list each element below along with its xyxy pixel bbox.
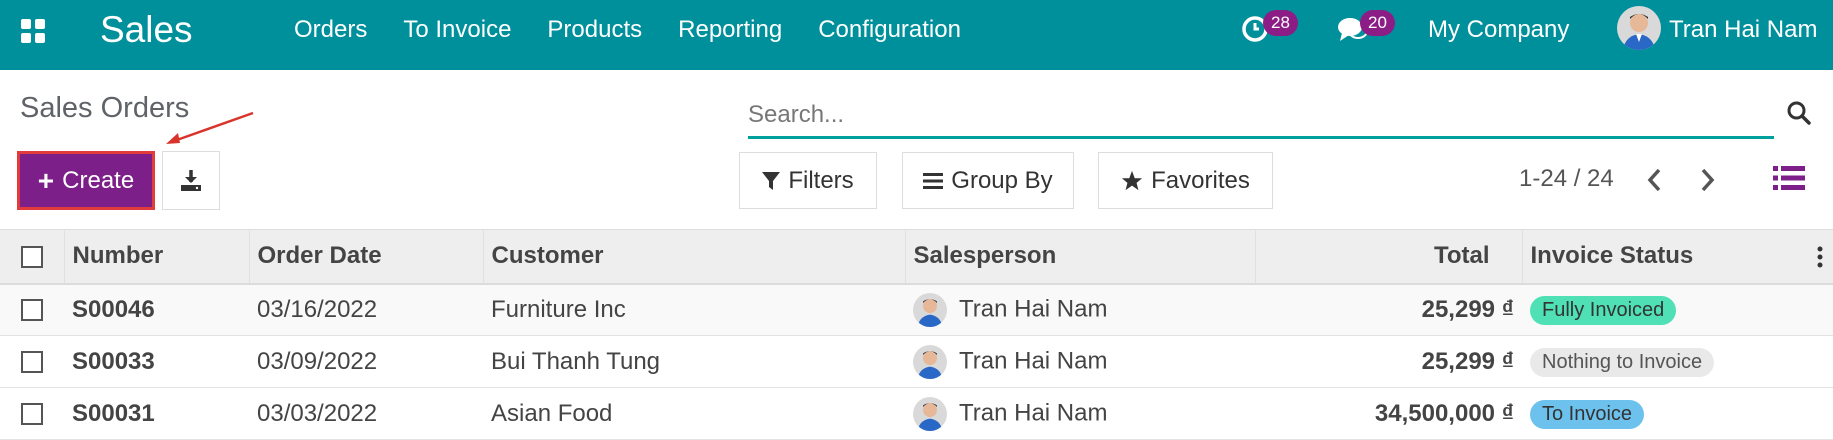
salesperson-avatar: [913, 396, 947, 431]
create-button[interactable]: + Create: [17, 151, 155, 210]
menu-reporting[interactable]: Reporting: [660, 16, 800, 44]
table-row[interactable]: S00046 03/16/2022 Furniture Inc Tran Hai…: [0, 283, 1833, 336]
invoice-status-cell: Fully Invoiced: [1522, 284, 1833, 336]
row-select-cell: [0, 336, 64, 388]
user-avatar[interactable]: [1617, 6, 1661, 50]
company-switcher[interactable]: My Company: [1428, 14, 1569, 46]
column-header-salesperson[interactable]: Salesperson: [905, 229, 1256, 284]
group-by-label: Group By: [951, 166, 1053, 194]
menu-products[interactable]: Products: [529, 16, 660, 44]
column-header-total[interactable]: Total: [1255, 229, 1523, 284]
column-header-invoice-status[interactable]: Invoice Status: [1531, 242, 1694, 269]
invoice-status-cell: Nothing to Invoice: [1522, 336, 1833, 388]
order-date: 03/09/2022: [257, 347, 378, 375]
order-total: 25,299 ₫: [1421, 347, 1514, 375]
create-button-label: Create: [62, 166, 135, 194]
group-by-bars-icon: [923, 172, 944, 189]
column-header-order-date[interactable]: Order Date: [249, 229, 484, 284]
status-badge: To Invoice: [1530, 399, 1645, 429]
search-icon[interactable]: [1786, 100, 1812, 126]
plus-icon: +: [37, 164, 55, 196]
salesperson-avatar: [913, 292, 947, 327]
export-download-button[interactable]: [162, 151, 220, 210]
row-select-cell: [0, 284, 64, 336]
optional-columns-icon[interactable]: [1817, 246, 1823, 275]
salesperson-cell: Tran Hai Nam: [905, 284, 1255, 336]
filter-funnel-icon: [762, 171, 781, 190]
row-checkbox[interactable]: [21, 299, 43, 322]
row-checkbox[interactable]: [21, 351, 43, 374]
salesperson-avatar: [913, 344, 947, 379]
search-input[interactable]: [748, 98, 1774, 132]
download-icon: [181, 169, 201, 191]
order-total: 25,299 ₫: [1421, 295, 1514, 323]
table-row[interactable]: S00033 03/09/2022 Bui Thanh Tung Tran Ha…: [0, 336, 1833, 388]
salesperson-name: Tran Hai Nam: [959, 398, 1108, 426]
table-header-row: Number Order Date Customer Salesperson T…: [0, 229, 1833, 284]
status-badge: Nothing to Invoice: [1530, 347, 1715, 377]
message-count-badge: 20: [1360, 10, 1395, 36]
select-all-cell: [0, 229, 65, 284]
salesperson-cell: Tran Hai Nam: [905, 336, 1255, 388]
customer: Bui Thanh Tung: [491, 347, 661, 375]
top-navbar: Sales Orders To Invoice Products Reporti…: [0, 0, 1833, 70]
select-all-checkbox[interactable]: [20, 245, 43, 268]
filters-label: Filters: [788, 166, 854, 194]
list-view-icon[interactable]: [1773, 164, 1805, 192]
star-icon: [1122, 170, 1143, 190]
order-date: 03/16/2022: [257, 295, 378, 323]
row-checkbox[interactable]: [21, 403, 43, 426]
menu-to-invoice[interactable]: To Invoice: [385, 16, 529, 44]
favorites-label: Favorites: [1151, 166, 1250, 194]
favorites-button[interactable]: Favorites: [1098, 152, 1273, 209]
app-brand[interactable]: Sales: [100, 8, 193, 52]
pager-next-icon[interactable]: [1695, 166, 1719, 194]
column-header-number[interactable]: Number: [64, 229, 250, 284]
pager-value[interactable]: 1-24 / 24: [1519, 165, 1614, 193]
main-menu: Orders To Invoice Products Reporting Con…: [276, 0, 979, 60]
sales-orders-table: Number Order Date Customer Salesperson T…: [0, 229, 1833, 440]
customer: Furniture Inc: [491, 295, 626, 323]
column-header-customer[interactable]: Customer: [483, 229, 906, 284]
menu-configuration[interactable]: Configuration: [800, 16, 979, 44]
activity-count-badge: 28: [1263, 10, 1298, 36]
order-number: S00046: [72, 295, 155, 323]
annotation-arrow-icon: [166, 111, 254, 144]
apps-grid-icon[interactable]: [21, 19, 45, 43]
user-name[interactable]: Tran Hai Nam: [1669, 14, 1817, 46]
status-badge: Fully Invoiced: [1530, 295, 1677, 325]
pager-previous-icon[interactable]: [1643, 166, 1667, 194]
salesperson-name: Tran Hai Nam: [959, 295, 1108, 323]
column-header-invoice-status-cell: Invoice Status: [1522, 230, 1833, 284]
order-number: S00033: [72, 347, 155, 375]
menu-orders[interactable]: Orders: [276, 16, 385, 44]
group-by-button[interactable]: Group By: [902, 152, 1074, 209]
filters-button[interactable]: Filters: [739, 152, 877, 209]
salesperson-name: Tran Hai Nam: [959, 346, 1108, 374]
search-bar: [748, 98, 1774, 139]
